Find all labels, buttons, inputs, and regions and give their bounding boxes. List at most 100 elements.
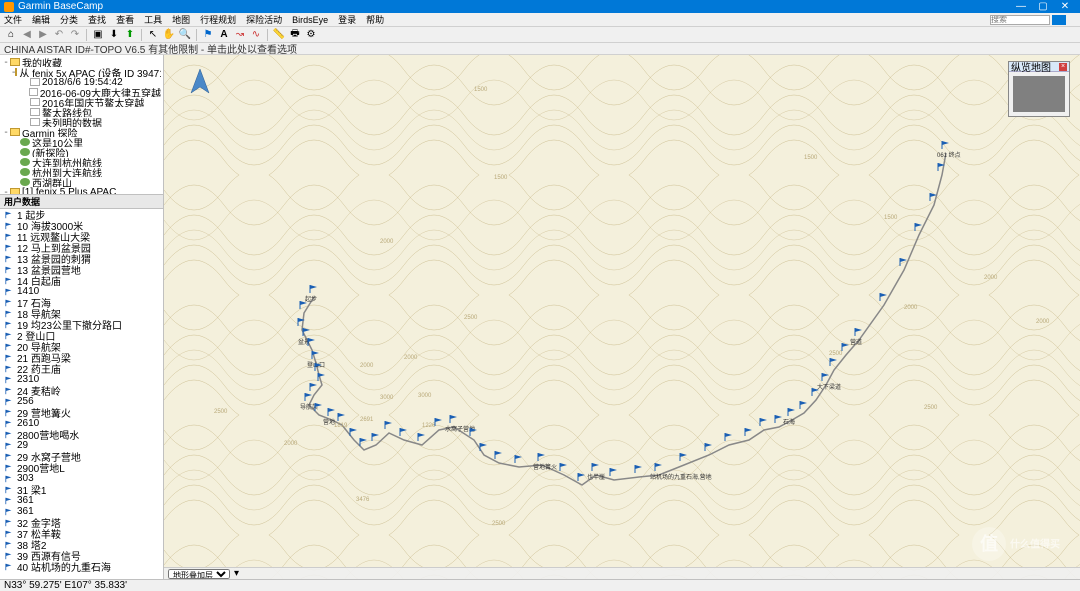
list-item[interactable]: 31 梁1 bbox=[0, 484, 163, 495]
menu-adventure[interactable]: 探险活动 bbox=[246, 13, 282, 26]
layer-dropdown-icon[interactable]: ▾ bbox=[234, 568, 239, 579]
map-waypoint[interactable] bbox=[724, 432, 734, 445]
toolbar-redo-icon[interactable]: ↷ bbox=[68, 28, 82, 42]
menu-login[interactable]: 登录 bbox=[338, 13, 356, 26]
menu-view[interactable]: 查看 bbox=[116, 13, 134, 26]
list-item[interactable]: 17 石海 bbox=[0, 297, 163, 308]
map-waypoint[interactable] bbox=[417, 432, 427, 445]
map-waypoint[interactable]: 石海 bbox=[787, 407, 797, 420]
map-waypoint[interactable] bbox=[349, 427, 359, 440]
map-waypoint[interactable]: 起步 bbox=[309, 284, 319, 297]
tree-item[interactable]: 鳌太路线包 bbox=[2, 107, 161, 117]
list-item[interactable]: 256 bbox=[0, 396, 163, 407]
toolbar-back-icon[interactable]: ◀ bbox=[20, 28, 34, 42]
map-waypoint[interactable] bbox=[371, 432, 381, 445]
list-item[interactable]: 29 水窝子营地 bbox=[0, 451, 163, 462]
list-item[interactable]: 2900营地L bbox=[0, 462, 163, 473]
toolbar-select-icon[interactable]: ↖ bbox=[146, 28, 160, 42]
toolbar-device-icon[interactable]: ▣ bbox=[91, 28, 105, 42]
list-item[interactable]: 2310 bbox=[0, 374, 163, 385]
list-item[interactable]: 2610 bbox=[0, 418, 163, 429]
expand-icon[interactable]: - bbox=[2, 57, 10, 67]
map-waypoint[interactable] bbox=[337, 412, 347, 425]
tree-item[interactable]: 未列明的数据 bbox=[2, 117, 161, 127]
list-item[interactable]: 13 盆景园营地 bbox=[0, 264, 163, 275]
maximize-button[interactable]: ▢ bbox=[1032, 1, 1054, 12]
tree-item[interactable]: (新探险) bbox=[2, 147, 161, 157]
toolbar-settings-icon[interactable]: ⚙ bbox=[304, 28, 318, 42]
list-item[interactable]: 2800营地喝水 bbox=[0, 429, 163, 440]
map-waypoint[interactable] bbox=[469, 427, 479, 440]
list-item[interactable]: 40 站机场的九重石海 bbox=[0, 561, 163, 572]
tree-item[interactable]: 这是10公里 bbox=[2, 137, 161, 147]
map-waypoint[interactable] bbox=[384, 420, 394, 433]
tree-item[interactable]: -Garmin 探险 bbox=[2, 127, 161, 137]
map-waypoint[interactable] bbox=[307, 337, 317, 350]
map-waypoint[interactable] bbox=[559, 462, 569, 475]
menu-tools[interactable]: 工具 bbox=[144, 13, 162, 26]
map-waypoint[interactable] bbox=[299, 300, 309, 313]
list-item[interactable]: 11 远观鳌山大梁 bbox=[0, 231, 163, 242]
list-item[interactable]: 22 药王庙 bbox=[0, 363, 163, 374]
map-waypoint[interactable] bbox=[829, 357, 839, 370]
toolbar-flag-icon[interactable]: ⚑ bbox=[201, 28, 215, 42]
map-waypoint[interactable] bbox=[399, 427, 409, 440]
map-waypoint[interactable] bbox=[479, 442, 489, 455]
list-item[interactable]: 24 麦秸岭 bbox=[0, 385, 163, 396]
menu-edit[interactable]: 编辑 bbox=[32, 13, 50, 26]
map-waypoint[interactable] bbox=[434, 417, 444, 430]
expand-icon[interactable]: - bbox=[2, 127, 10, 137]
map-waypoint[interactable] bbox=[494, 450, 504, 463]
map-waypoint[interactable]: 营地 bbox=[327, 407, 337, 420]
list-item[interactable]: 20 导航架 bbox=[0, 341, 163, 352]
map-waypoint[interactable] bbox=[759, 417, 769, 430]
toolbar-track-icon[interactable]: ∿ bbox=[249, 28, 263, 42]
tree-item[interactable]: 西湖群山 bbox=[2, 177, 161, 187]
tree-item[interactable]: -[1] fenix 5 Plus APAC bbox=[2, 187, 161, 195]
list-item[interactable]: 12 马上到盆景园 bbox=[0, 242, 163, 253]
menu-file[interactable]: 文件 bbox=[4, 13, 22, 26]
map-waypoint[interactable] bbox=[879, 292, 889, 305]
search-button[interactable] bbox=[1052, 15, 1066, 25]
user-data-list[interactable]: 1 起步10 海拔3000米11 远观鳌山大梁12 马上到盆景园13 盆景园的刺… bbox=[0, 209, 163, 579]
overview-map[interactable]: 纵览地图 × bbox=[1008, 61, 1070, 117]
list-item[interactable]: 37 松羊鞍 bbox=[0, 528, 163, 539]
list-item[interactable]: 2 登山口 bbox=[0, 330, 163, 341]
list-item[interactable]: 29 bbox=[0, 440, 163, 451]
map-waypoint[interactable] bbox=[609, 467, 619, 480]
map-waypoint[interactable]: 061 终点 bbox=[941, 140, 951, 153]
toolbar-send-icon[interactable]: ⬆ bbox=[123, 28, 137, 42]
overview-close-button[interactable]: × bbox=[1059, 63, 1067, 71]
menu-birdseye[interactable]: BirdsEye bbox=[292, 15, 328, 25]
toolbar-route-icon[interactable]: ↝ bbox=[233, 28, 247, 42]
map-waypoint[interactable] bbox=[799, 400, 809, 413]
map-waypoint[interactable] bbox=[929, 192, 939, 205]
expand-icon[interactable]: - bbox=[2, 187, 10, 195]
map-waypoint[interactable] bbox=[314, 402, 324, 415]
toolbar-forward-icon[interactable]: ▶ bbox=[36, 28, 50, 42]
list-item[interactable]: 19 均23公里下撤分路口 bbox=[0, 319, 163, 330]
map-waypoint[interactable] bbox=[679, 452, 689, 465]
list-item[interactable]: 38 塔2 bbox=[0, 539, 163, 550]
collection-tree[interactable]: -我的收藏-从 fenix 5x APAC (设备 ID 3947102010)… bbox=[0, 55, 163, 195]
list-item[interactable]: 13 盆景园的刺猬 bbox=[0, 253, 163, 264]
list-item[interactable]: 361 bbox=[0, 495, 163, 506]
tree-item[interactable]: 杭州到大连航线 bbox=[2, 167, 161, 177]
map-waypoint[interactable] bbox=[634, 464, 644, 477]
list-item[interactable]: 14 白起庙 bbox=[0, 275, 163, 286]
map-waypoint[interactable]: 水窝子营地 bbox=[449, 414, 459, 427]
toolbar-home-icon[interactable]: ⌂ bbox=[4, 28, 18, 42]
map-waypoint[interactable] bbox=[914, 222, 924, 235]
map-waypoint[interactable] bbox=[704, 442, 714, 455]
toolbar-ruler-icon[interactable]: 📏 bbox=[272, 28, 286, 42]
map-waypoint[interactable]: 营地篝火 bbox=[537, 452, 547, 465]
toolbar-zoom-icon[interactable]: 🔍 bbox=[178, 28, 192, 42]
list-item[interactable]: 1 起步 bbox=[0, 209, 163, 220]
toolbar-text-icon[interactable]: A bbox=[217, 28, 231, 42]
map-waypoint[interactable]: 站机场的九重石海,营地 bbox=[654, 462, 664, 475]
toolbar-hand-icon[interactable]: ✋ bbox=[162, 28, 176, 42]
menu-help[interactable]: 帮助 bbox=[366, 13, 384, 26]
map-waypoint[interactable] bbox=[899, 257, 909, 270]
list-item[interactable]: 303 bbox=[0, 473, 163, 484]
toolbar-print-icon[interactable]: 🖶 bbox=[288, 28, 302, 42]
